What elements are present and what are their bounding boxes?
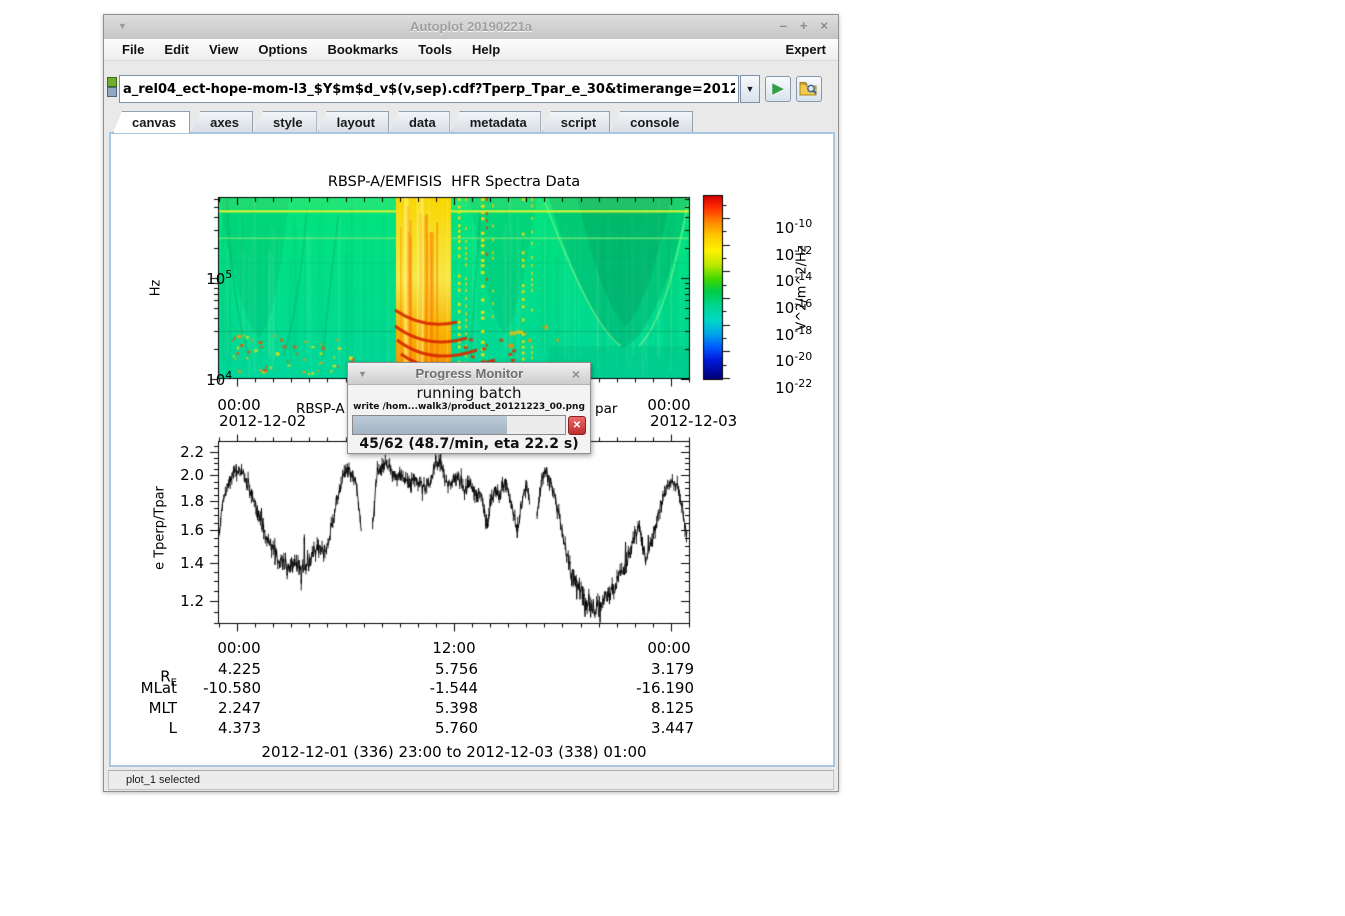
datasource-green-square-icon: [107, 77, 117, 87]
tab-style[interactable]: style: [254, 111, 317, 133]
timeseries-ytick-1.2: 1.2: [161, 592, 204, 610]
datasource-blue-square-icon: [107, 87, 117, 97]
colorbar-label: V^2/m^2/Hz: [795, 245, 810, 330]
timeseries-ytick-2.2: 2.2: [161, 443, 204, 461]
progress-monitor-dialog: ▼ Progress Monitor × running batch write…: [347, 362, 591, 454]
timeseries-xtick-2: 00:00: [647, 639, 690, 657]
table-cell: 5.398: [368, 699, 478, 717]
maximize-button[interactable]: +: [800, 18, 808, 33]
status-bar: plot_1 selected: [108, 770, 834, 790]
tab-canvas[interactable]: canvas: [113, 111, 190, 133]
close-button[interactable]: ×: [820, 18, 828, 33]
spectrogram-ytick-1e4: 104: [168, 351, 204, 407]
table-cell: 4.225: [151, 660, 261, 678]
spectrogram-xlabel-fragment-right: par: [595, 401, 617, 417]
progress-heading: running batch: [348, 385, 590, 402]
screen: ▼ Autoplot 20190221a – + × File Edit Vie…: [0, 0, 1345, 916]
progress-row: ✕: [348, 413, 590, 436]
spectrogram-ytick-1e5: 105: [168, 250, 204, 306]
dialog-title: Progress Monitor: [367, 366, 572, 381]
tab-data[interactable]: data: [390, 111, 450, 133]
dialog-menu-icon[interactable]: ▼: [348, 369, 367, 379]
menu-tools[interactable]: Tools: [408, 42, 462, 57]
dialog-titlebar[interactable]: ▼ Progress Monitor ×: [348, 363, 590, 385]
uri-toolbar: ▼ ▶: [104, 61, 838, 111]
timeseries-ytick-1.4: 1.4: [161, 554, 204, 572]
menu-bookmarks[interactable]: Bookmarks: [317, 42, 408, 57]
stop-button[interactable]: ✕: [568, 416, 586, 435]
spectrogram-xtick-right-date: 2012-12-03: [650, 412, 737, 430]
timeseries-xtick-0: 00:00: [217, 639, 260, 657]
uri-input[interactable]: [119, 75, 739, 103]
uri-dropdown-button[interactable]: ▼: [740, 75, 760, 103]
colorbar-tick-6: 10-22: [737, 359, 812, 397]
timeseries-ytick-2.0: 2.0: [161, 466, 204, 484]
menu-file[interactable]: File: [112, 42, 154, 57]
progress-status: 45/62 (48.7/min, eta 22.2 s): [348, 436, 590, 453]
status-text: plot_1 selected: [109, 771, 833, 789]
tab-bar: canvas axes style layout data metadata s…: [113, 111, 694, 133]
menubar: File Edit View Options Bookmarks Tools H…: [104, 39, 838, 61]
tab-axes[interactable]: axes: [191, 111, 253, 133]
play-icon: ▶: [772, 80, 784, 97]
table-cell: 2.247: [151, 699, 261, 717]
menu-options[interactable]: Options: [248, 42, 317, 57]
tab-script[interactable]: script: [542, 111, 610, 133]
table-cell: 8.125: [584, 699, 694, 717]
menu-help[interactable]: Help: [462, 42, 510, 57]
spectrogram-xlabel-fragment-left: RBSP-A: [296, 401, 345, 417]
table-cell: -10.580: [151, 679, 261, 697]
timeseries-ytick-1.6: 1.6: [161, 521, 204, 539]
go-play-button[interactable]: ▶: [765, 76, 791, 102]
folder-magnifier-icon: [798, 86, 820, 103]
menu-view[interactable]: View: [199, 42, 248, 57]
table-cell: 5.756: [368, 660, 478, 678]
timeseries-xtick-1: 12:00: [432, 639, 475, 657]
spectrogram-ylabel: Hz: [149, 280, 164, 297]
table-cell: 3.179: [584, 660, 694, 678]
progress-detail: write /hom...walk3/product_20121223_00.p…: [348, 402, 590, 413]
chevron-down-icon: ▼: [746, 84, 755, 94]
table-cell: 3.447: [584, 719, 694, 737]
tab-layout[interactable]: layout: [318, 111, 389, 133]
progress-fill: [353, 416, 507, 434]
spectrogram-title: RBSP-A/EMFISIS HFR Spectra Data: [328, 174, 580, 190]
table-cell: 4.373: [151, 719, 261, 737]
inspect-uri-button[interactable]: [796, 76, 822, 102]
window-title: Autoplot 20190221a: [104, 19, 838, 34]
dialog-close-icon[interactable]: ×: [572, 366, 590, 382]
spectrogram-xtick-left-date: 2012-12-02: [219, 412, 306, 430]
window-titlebar[interactable]: ▼ Autoplot 20190221a – + ×: [104, 15, 838, 40]
tab-console[interactable]: console: [611, 111, 693, 133]
expert-menu[interactable]: Expert: [786, 42, 830, 57]
table-cell: -1.544: [368, 679, 478, 697]
table-cell: -16.190: [584, 679, 694, 697]
progress-bar: [352, 415, 566, 435]
minimize-button[interactable]: –: [780, 18, 787, 33]
time-range-label: 2012-12-01 (336) 23:00 to 2012-12-03 (33…: [261, 743, 646, 761]
datasource-indicator-icon: [107, 77, 116, 97]
timeseries-ytick-1.8: 1.8: [161, 492, 204, 510]
table-cell: 5.760: [368, 719, 478, 737]
tab-metadata[interactable]: metadata: [451, 111, 541, 133]
menu-edit[interactable]: Edit: [154, 42, 199, 57]
stop-x-icon: ✕: [573, 420, 581, 431]
